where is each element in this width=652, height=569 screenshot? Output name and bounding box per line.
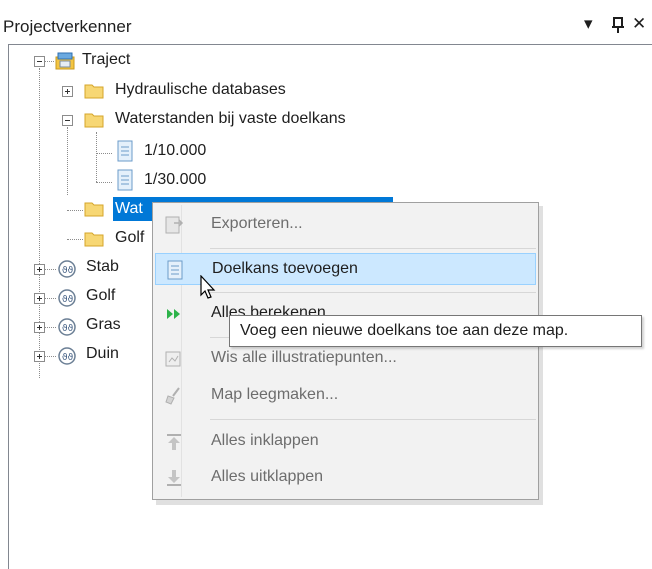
tooltip: Voeg een nieuwe doelkans toe aan deze ma… bbox=[229, 315, 642, 347]
tree-node-1-30000[interactable]: 1/30.000 bbox=[144, 171, 206, 189]
tree-node-traject[interactable]: Traject bbox=[82, 51, 130, 69]
tree-node-waterstanden-vast[interactable]: Waterstanden bij vaste doelkans bbox=[115, 110, 346, 128]
tooltip-text: Voeg een nieuwe doelkans toe aan deze ma… bbox=[240, 322, 569, 339]
expand-all-icon bbox=[167, 470, 181, 486]
document-icon bbox=[117, 169, 133, 191]
tree-connector bbox=[44, 356, 56, 357]
menu-item-exporteren[interactable]: Exporteren... bbox=[155, 209, 536, 241]
menu-item-label: Exporteren... bbox=[211, 215, 303, 232]
panel-titlebar: Projectverkenner ▾ ✕ bbox=[0, 0, 652, 44]
export-icon bbox=[165, 216, 184, 234]
tree-connector bbox=[44, 327, 56, 328]
menu-item-label: Alles uitklappen bbox=[211, 468, 324, 485]
clear-illustration-icon bbox=[165, 351, 181, 367]
document-icon bbox=[117, 140, 133, 162]
broom-icon bbox=[165, 387, 180, 405]
mouse-cursor-icon bbox=[200, 275, 216, 299]
tree-connector bbox=[96, 132, 97, 182]
tree-node-golf-folder[interactable]: Golf bbox=[115, 229, 144, 247]
menu-separator bbox=[210, 419, 536, 420]
svg-text:ϑϑ: ϑϑ bbox=[62, 324, 74, 334]
folder-icon bbox=[84, 202, 104, 217]
collapse-icon[interactable] bbox=[62, 115, 73, 126]
menu-item-map-leegmaken[interactable]: Map leegmaken... bbox=[155, 380, 536, 412]
run-all-icon bbox=[167, 309, 180, 319]
menu-item-alles-inklappen[interactable]: Alles inklappen bbox=[155, 426, 536, 458]
menu-separator bbox=[210, 248, 536, 249]
failure-mechanism-icon: ϑϑ bbox=[58, 289, 76, 307]
tree-node-gras[interactable]: Gras bbox=[86, 316, 121, 334]
menu-item-wis-illustratiepunten[interactable]: Wis alle illustratiepunten... bbox=[155, 343, 536, 375]
tree-connector bbox=[44, 298, 56, 299]
expand-icon[interactable] bbox=[62, 86, 73, 97]
tree-connector bbox=[67, 239, 83, 240]
menu-item-label: Doelkans toevoegen bbox=[212, 260, 358, 277]
svg-text:ϑϑ: ϑϑ bbox=[62, 353, 74, 363]
dike-trajectory-icon bbox=[55, 52, 75, 70]
tree-connector bbox=[67, 210, 83, 211]
tree-connector bbox=[44, 61, 54, 62]
context-menu: Exporteren... Doelkans toevoegen Alles b… bbox=[152, 202, 539, 500]
project-explorer-panel: Projectverkenner ▾ ✕ Traject Hydraulisch… bbox=[0, 0, 652, 569]
menu-item-label: Wis alle illustratiepunten... bbox=[211, 349, 397, 366]
menu-item-alles-uitklappen[interactable]: Alles uitklappen bbox=[155, 462, 536, 494]
pin-icon[interactable] bbox=[609, 14, 627, 38]
tree-node-hydraulische-databases[interactable]: Hydraulische databases bbox=[115, 81, 286, 99]
add-document-icon bbox=[167, 260, 183, 280]
tree-node-golf[interactable]: Golf bbox=[86, 287, 115, 305]
svg-text:ϑϑ: ϑϑ bbox=[62, 295, 74, 305]
failure-mechanism-icon: ϑϑ bbox=[58, 347, 76, 365]
tree-node-1-10000[interactable]: 1/10.000 bbox=[144, 142, 206, 160]
menu-separator bbox=[210, 292, 536, 293]
menu-item-label: Alles inklappen bbox=[211, 432, 319, 449]
failure-mechanism-icon: ϑϑ bbox=[58, 260, 76, 278]
tree-connector bbox=[96, 153, 112, 154]
collapse-all-icon bbox=[167, 434, 181, 450]
failure-mechanism-icon: ϑϑ bbox=[58, 318, 76, 336]
close-icon[interactable]: ✕ bbox=[632, 14, 652, 38]
folder-icon bbox=[84, 113, 104, 128]
menu-item-label: Map leegmaken... bbox=[211, 386, 339, 403]
panel-title: Projectverkenner bbox=[3, 17, 132, 36]
tree-connector bbox=[44, 269, 56, 270]
tree-connector bbox=[67, 127, 68, 195]
tree-node-stab[interactable]: Stab bbox=[86, 258, 119, 276]
collapse-icon[interactable] bbox=[34, 56, 45, 67]
tree-connector bbox=[96, 182, 112, 183]
svg-text:ϑϑ: ϑϑ bbox=[62, 266, 74, 276]
tree-node-duin[interactable]: Duin bbox=[86, 345, 119, 363]
dropdown-icon[interactable]: ▾ bbox=[584, 14, 602, 38]
folder-icon bbox=[84, 84, 104, 99]
folder-icon bbox=[84, 232, 104, 247]
